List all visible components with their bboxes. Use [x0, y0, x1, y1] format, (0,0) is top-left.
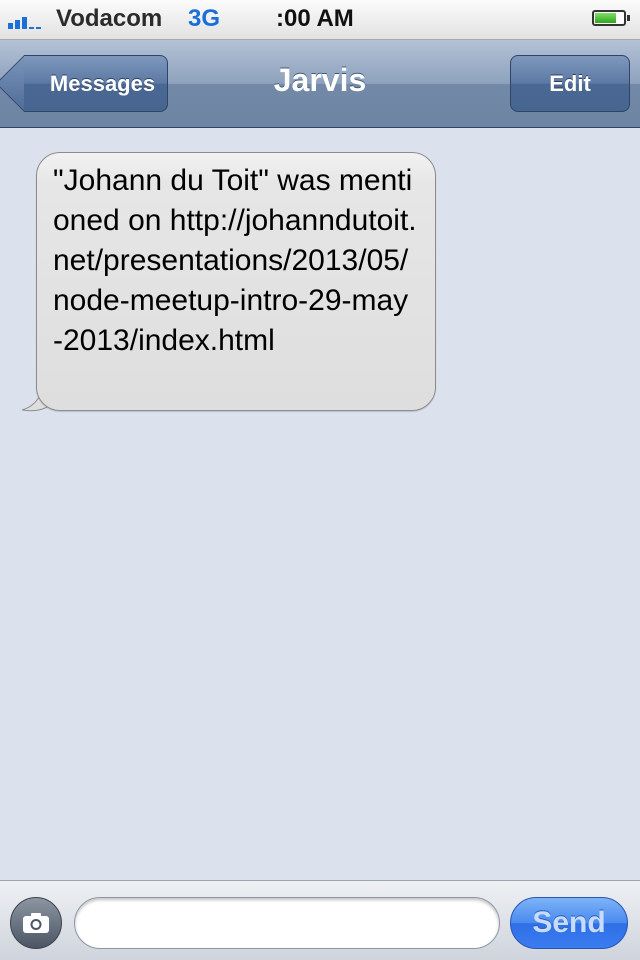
- edit-button-label: Edit: [549, 70, 591, 96]
- network-type: 3G: [188, 5, 221, 32]
- send-button[interactable]: Send: [510, 897, 628, 949]
- status-bar: Vodacom 3G :00 AM: [0, 0, 640, 40]
- send-button-label: Send: [532, 906, 606, 939]
- nav-bar: Messages Jarvis Edit: [0, 40, 640, 128]
- back-button-label: Messages: [49, 70, 156, 96]
- camera-button[interactable]: [10, 897, 62, 949]
- camera-icon: [23, 913, 49, 933]
- message-input[interactable]: [74, 897, 500, 949]
- status-time: :00 AM: [276, 5, 354, 32]
- carrier-name: Vodacom: [56, 5, 163, 32]
- message-bubble-incoming[interactable]: "Johann du Toit" was mentioned on http:/…: [36, 152, 436, 411]
- messages-back-button[interactable]: Messages: [24, 55, 168, 112]
- message-text: "Johann du Toit" was mentioned on http:/…: [53, 164, 417, 357]
- battery-icon: [592, 10, 630, 26]
- signal-strength-icon: [8, 13, 48, 29]
- composer-bar: Send: [0, 880, 640, 960]
- edit-button[interactable]: Edit: [510, 55, 630, 112]
- conversation-title: Jarvis: [273, 62, 367, 98]
